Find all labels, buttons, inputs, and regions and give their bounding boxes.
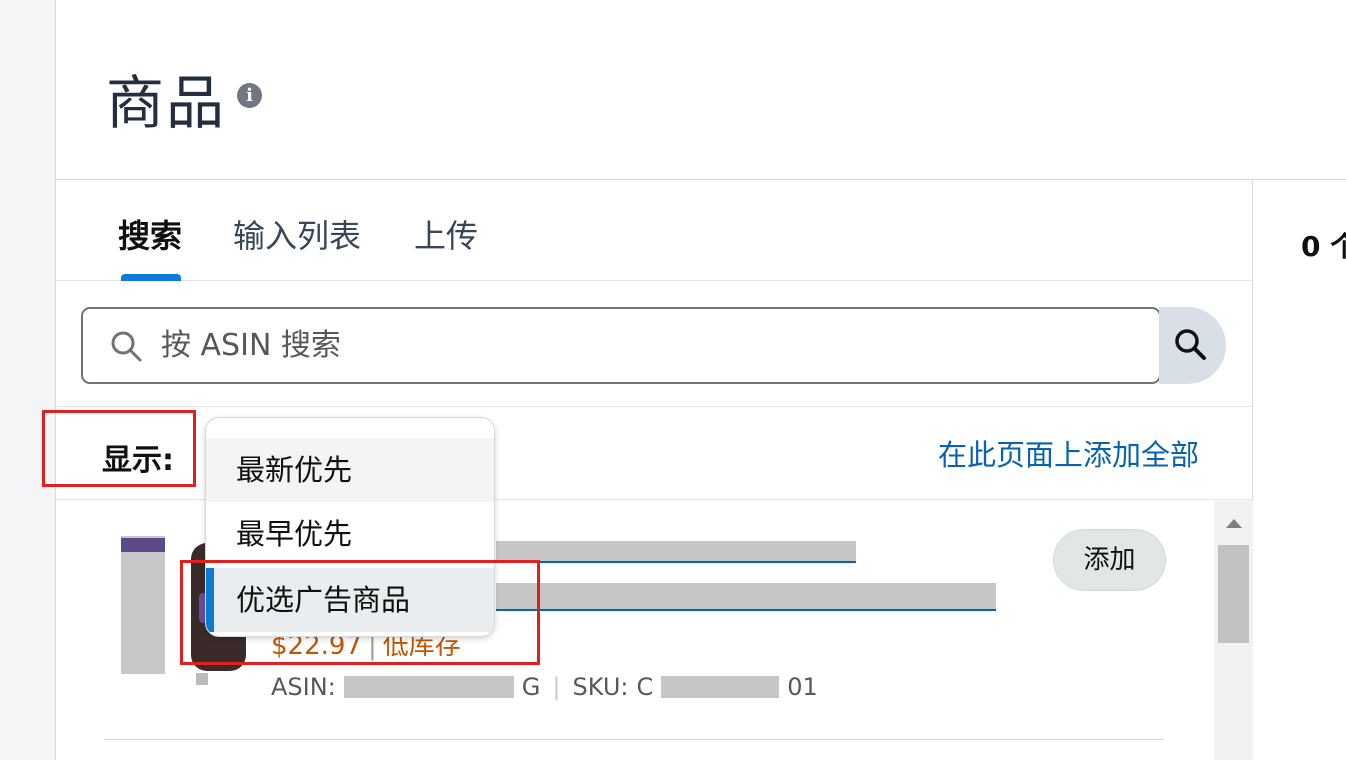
sort-dropdown-menu: 最新优先 最早优先 优选广告商品 — [205, 417, 495, 637]
sku-value-redacted — [661, 676, 780, 698]
tab-enter-list[interactable]: 输入列表 — [233, 211, 361, 257]
selected-count: 0 个 — [1301, 230, 1346, 263]
thumbnail-indicator — [196, 673, 208, 685]
add-product-button[interactable]: 添加 — [1053, 529, 1166, 591]
active-tab-indicator — [121, 274, 181, 281]
product-title-link-redacted-2[interactable] — [496, 583, 996, 611]
page-header: 商品 i — [56, 0, 1346, 180]
asin-label: ASIN: — [271, 673, 336, 701]
search-button-icon — [1175, 329, 1206, 360]
scrollbar[interactable] — [1214, 501, 1253, 760]
sku-suffix: 01 — [787, 673, 818, 701]
info-icon[interactable]: i — [237, 83, 262, 108]
product-identifiers: ASIN: G | SKU: C 01 — [271, 673, 818, 701]
row-divider — [104, 739, 1164, 740]
product-thumbnail-redacted — [121, 536, 165, 674]
search-field[interactable] — [81, 307, 1161, 384]
search-button[interactable] — [1159, 307, 1226, 384]
asin-suffix: G — [521, 673, 541, 701]
tab-search[interactable]: 搜索 — [118, 211, 182, 257]
scrollbar-thumb[interactable] — [1218, 545, 1249, 643]
selected-products-column: 0 个 — [1254, 181, 1346, 760]
search-row — [56, 282, 1253, 407]
page-title: 商品 — [106, 69, 227, 137]
sort-option-preferred-ad-products[interactable]: 优选广告商品 — [206, 568, 494, 632]
show-label: 显示: — [102, 443, 174, 478]
meta-separator: | — [552, 673, 561, 701]
add-all-on-page-link[interactable]: 在此页面上添加全部 — [938, 432, 1199, 474]
asin-value-redacted — [343, 676, 514, 698]
sort-option-oldest-first[interactable]: 最早优先 — [206, 502, 494, 566]
search-input[interactable] — [161, 309, 1141, 382]
products-panel: 商品 i 搜索 输入列表 上传 按 ASIN 搜索 显示: 在此页面上添加全部 … — [55, 0, 1346, 760]
search-icon — [111, 331, 142, 362]
sku-label: SKU: — [572, 673, 629, 701]
tab-bar: 搜索 输入列表 上传 — [56, 181, 1253, 281]
tab-upload[interactable]: 上传 — [414, 211, 478, 257]
sku-prefix: C — [636, 673, 654, 701]
sort-option-newest-first[interactable]: 最新优先 — [206, 438, 494, 502]
scroll-up-arrow-icon[interactable] — [1226, 519, 1242, 528]
product-title-link-redacted[interactable] — [496, 541, 856, 563]
